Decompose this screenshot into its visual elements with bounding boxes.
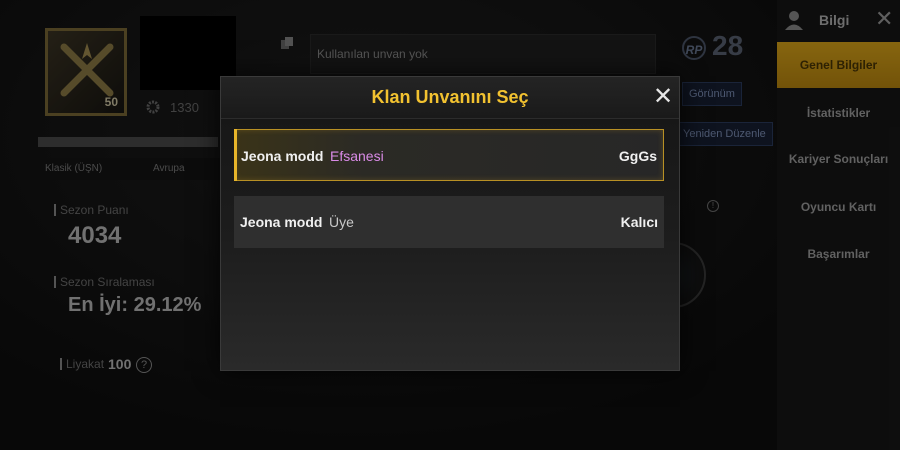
dialog-header: Klan Unvanını Seç ✕ <box>221 77 679 119</box>
option-clan-name: Jeona modd <box>240 214 323 230</box>
clan-title-dialog: Klan Unvanını Seç ✕ Jeona modd Efsanesi … <box>220 76 680 371</box>
option-tag: Kalıcı <box>620 214 658 230</box>
option-clan-name: Jeona modd <box>241 148 324 164</box>
option-tag: GgGs <box>618 148 657 164</box>
option-rank: Üye <box>329 214 354 230</box>
close-icon[interactable]: ✕ <box>653 85 673 109</box>
clan-title-option[interactable]: Jeona modd Efsanesi GgGs <box>234 129 664 181</box>
dialog-title: Klan Unvanını Seç <box>371 87 529 107</box>
clan-title-option[interactable]: Jeona modd Üye Kalıcı <box>234 196 664 248</box>
option-rank: Efsanesi <box>330 148 384 164</box>
